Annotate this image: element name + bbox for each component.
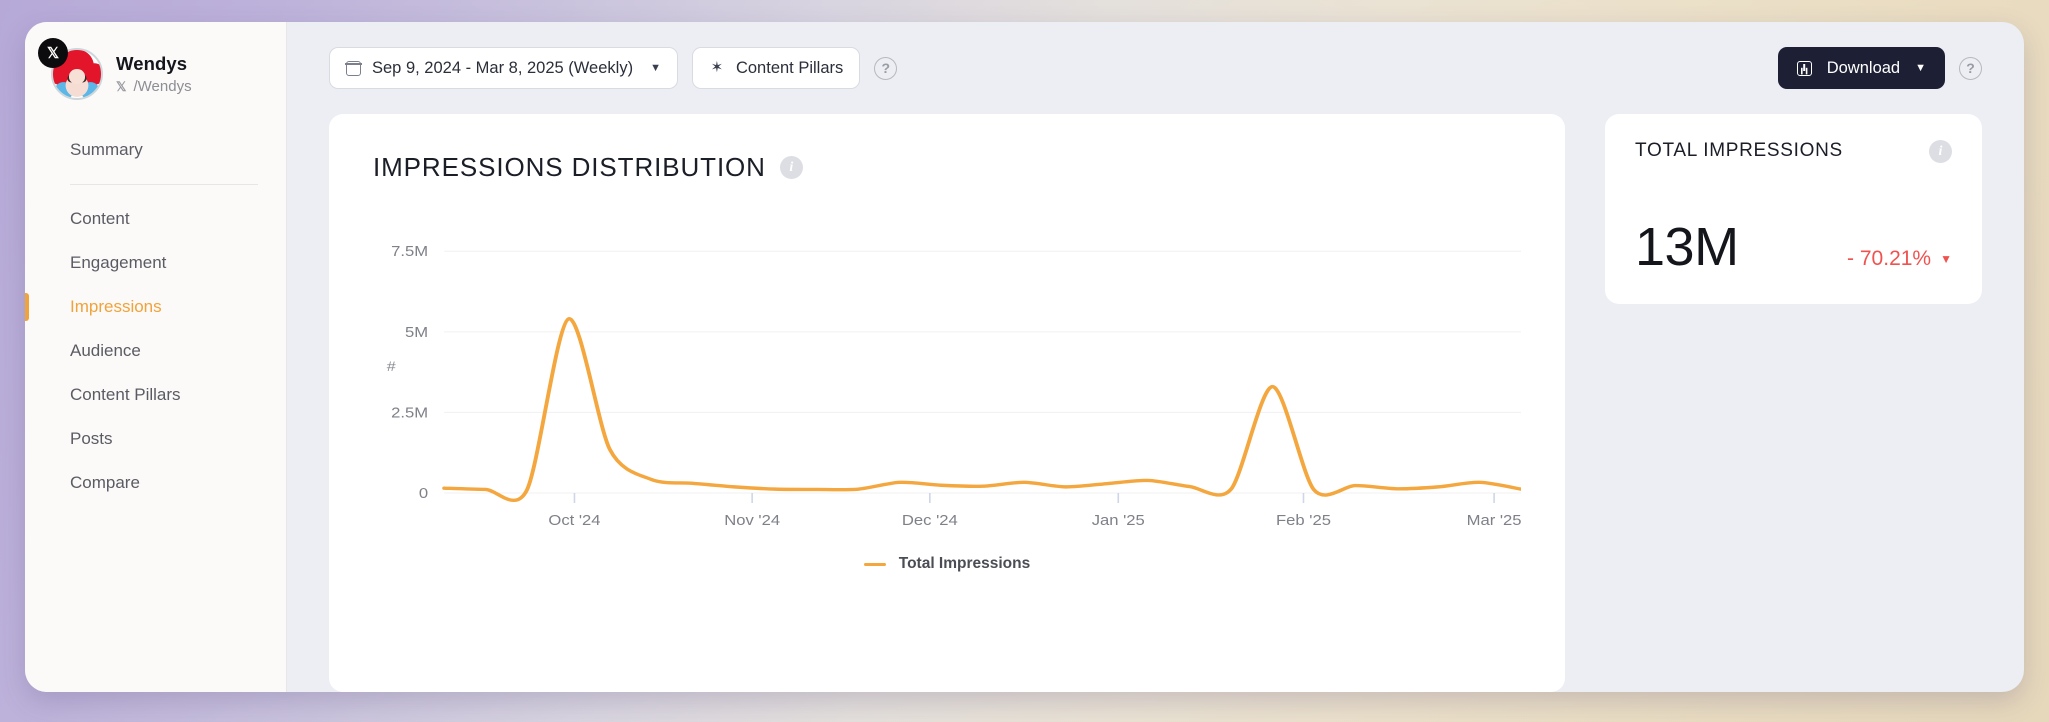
sidebar-item-content-pillars[interactable]: Content Pillars: [25, 373, 286, 417]
y-axis-tick-label: 0: [419, 486, 429, 502]
x-axis-tick-label: Feb '25: [1276, 513, 1331, 529]
sidebar-divider: [70, 184, 258, 185]
x-axis-tick-label: Dec '24: [902, 513, 958, 529]
y-axis-tick-label: 5M: [405, 325, 428, 341]
legend-swatch-total-impressions: [863, 562, 886, 566]
chevron-down-icon: ▼: [650, 62, 661, 74]
sidebar: 𝕏 Wendys 𝕏 /Wendys Summary Content Engag…: [25, 22, 287, 692]
kpi-value: 13M: [1635, 217, 1739, 277]
y-axis-label: #: [387, 359, 397, 375]
kpi-delta-text: - 70.21%: [1847, 247, 1932, 270]
info-icon-chart[interactable]: i: [779, 156, 803, 179]
sidebar-item-audience[interactable]: Audience: [25, 329, 286, 373]
chart-gridlines: [444, 250, 1521, 494]
caret-down-icon: ▼: [1940, 252, 1952, 266]
download-button[interactable]: Download ▼: [1777, 47, 1945, 89]
content-pillars-label: Content Pillars: [735, 58, 844, 77]
chart-card-header: IMPRESSIONS DISTRIBUTION i: [373, 152, 1521, 183]
series-total-impressions: [442, 317, 1521, 503]
y-axis-tick-label: 7.5M: [391, 244, 428, 260]
help-icon-download[interactable]: ?: [1959, 56, 1982, 80]
chart-y-axis: 0 2.5M 5M 7.5M: [391, 244, 428, 502]
sidebar-item-content[interactable]: Content: [25, 197, 286, 241]
download-icon: [1796, 60, 1812, 76]
chart-x-axis: Oct '24 Nov '24 Dec '24 Jan '25 Feb '25 Mar '…: [548, 493, 1521, 529]
info-icon-kpi[interactable]: i: [1929, 140, 1952, 163]
profile-handle: 𝕏 /Wendys: [116, 78, 192, 95]
download-label: Download: [1826, 58, 1901, 77]
calendar-icon: [345, 60, 362, 76]
help-icon-toolbar[interactable]: ?: [874, 56, 898, 80]
chevron-down-icon-download: ▼: [1915, 62, 1926, 74]
sidebar-item-posts[interactable]: Posts: [25, 417, 286, 461]
sidebar-item-summary[interactable]: Summary: [25, 128, 286, 172]
content-row: IMPRESSIONS DISTRIBUTION i 0 2.5M 5M 7.5M O…: [287, 114, 2024, 692]
chart-plot-area: 0 2.5M 5M 7.5M Oct '24 Nov '24 Dec '24 Jan '25…: [373, 211, 1521, 541]
legend-label-total-impressions: Total Impressions: [898, 555, 1031, 572]
kpi-delta: - 70.21% ▼: [1847, 247, 1952, 271]
sidebar-item-compare[interactable]: Compare: [25, 461, 286, 505]
date-range-selector[interactable]: Sep 9, 2024 - Mar 8, 2025 (Weekly) ▼: [329, 47, 678, 89]
profile-header: 𝕏 Wendys 𝕏 /Wendys: [25, 38, 286, 100]
y-axis-tick-label: 2.5M: [391, 405, 428, 421]
sidebar-nav: Summary Content Engagement Impressions A…: [25, 128, 286, 505]
chart-legend: Total Impressions: [373, 555, 1521, 573]
impressions-line-chart: 0 2.5M 5M 7.5M Oct '24 Nov '24 Dec '24 Jan '25…: [387, 244, 1521, 529]
toolbar: Sep 9, 2024 - Mar 8, 2025 (Weekly) ▼ ✶ C…: [287, 22, 2024, 114]
sparkle-icon: ✶: [710, 59, 724, 76]
kpi-title: TOTAL IMPRESSIONS: [1635, 140, 1843, 161]
x-logo-icon: 𝕏: [38, 38, 68, 68]
profile-text: Wendys 𝕏 /Wendys: [116, 53, 192, 95]
content-pillars-button[interactable]: ✶ Content Pillars: [691, 47, 861, 89]
chart-title: IMPRESSIONS DISTRIBUTION: [373, 152, 766, 182]
x-axis-tick-label: Oct '24: [548, 513, 601, 529]
x-axis-tick-label: Jan '25: [1092, 513, 1145, 529]
x-axis-tick-label: Mar '25: [1467, 513, 1521, 529]
main-panel: Sep 9, 2024 - Mar 8, 2025 (Weekly) ▼ ✶ C…: [287, 22, 2024, 692]
kpi-body: 13M - 70.21% ▼: [1635, 220, 1952, 274]
app-window: 𝕏 Wendys 𝕏 /Wendys Summary Content Engag…: [25, 22, 2024, 692]
profile-name: Wendys: [116, 53, 188, 74]
profile-handle-text: /Wendys: [133, 78, 192, 95]
kpi-header: TOTAL IMPRESSIONS i: [1635, 140, 1952, 163]
sidebar-item-impressions[interactable]: Impressions: [25, 285, 286, 329]
x-axis-tick-label: Nov '24: [724, 513, 780, 529]
avatar-wrapper: 𝕏: [38, 38, 103, 100]
sidebar-item-engagement[interactable]: Engagement: [25, 241, 286, 285]
impressions-distribution-card: IMPRESSIONS DISTRIBUTION i 0 2.5M 5M 7.5M O…: [329, 114, 1565, 692]
total-impressions-card: TOTAL IMPRESSIONS i 13M - 70.21% ▼: [1605, 114, 1982, 304]
date-range-label: Sep 9, 2024 - Mar 8, 2025 (Weekly): [372, 58, 634, 77]
x-handle-icon: 𝕏: [116, 78, 127, 94]
